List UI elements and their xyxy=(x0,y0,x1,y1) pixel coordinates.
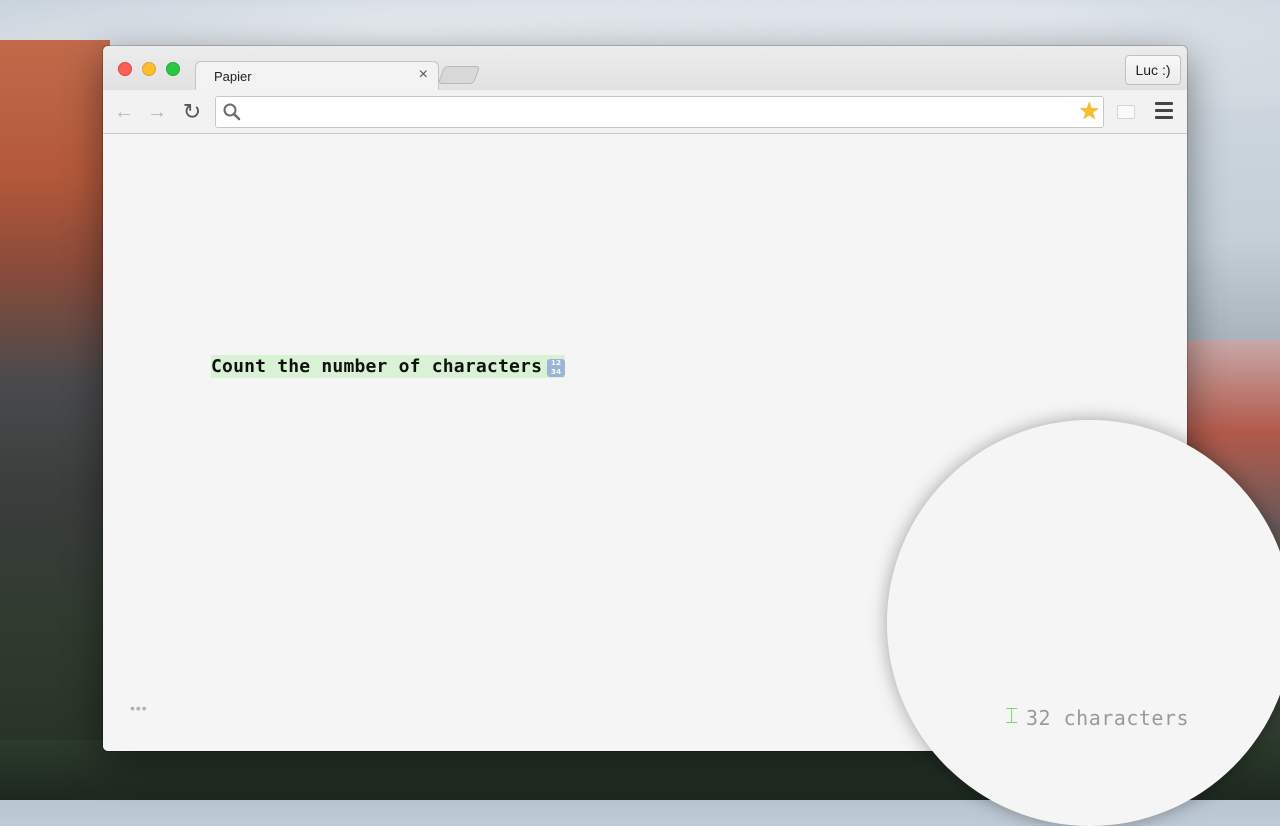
new-tab-button[interactable] xyxy=(437,66,481,84)
tab-title: Papier xyxy=(214,69,252,84)
more-options-icon[interactable]: ••• xyxy=(130,700,148,716)
reload-icon[interactable]: ↻ xyxy=(180,100,204,124)
document-text[interactable]: Count the number of characters 12 34 xyxy=(211,355,566,378)
profile-button[interactable]: Luc :) xyxy=(1125,55,1181,85)
window-close-button[interactable] xyxy=(118,62,132,76)
hamburger-menu-icon[interactable] xyxy=(1155,102,1173,120)
star-icon[interactable]: ★ xyxy=(1078,99,1100,125)
back-icon[interactable]: ← xyxy=(112,100,136,124)
window-minimize-button[interactable] xyxy=(142,62,156,76)
text-cursor-icon: ⌶ xyxy=(1005,704,1019,729)
toolbar: ← → ↻ ★ xyxy=(103,90,1187,134)
numbers-emoji-icon: 12 34 xyxy=(547,359,566,377)
search-icon xyxy=(223,103,241,121)
address-bar[interactable]: ★ xyxy=(215,96,1104,128)
address-input[interactable] xyxy=(248,102,1072,124)
character-count: 32 characters xyxy=(1026,706,1190,730)
tab-papier[interactable]: Papier × xyxy=(195,61,439,91)
magnifier-lens: ⌶ 32 characters xyxy=(887,420,1280,826)
forward-icon[interactable]: → xyxy=(145,100,169,124)
titlebar: Papier × Luc :) xyxy=(103,46,1187,91)
document-text-content: Count the number of characters xyxy=(211,356,543,377)
window-maximize-button[interactable] xyxy=(166,62,180,76)
extension-icon[interactable] xyxy=(1117,105,1135,119)
tab-close-icon[interactable]: × xyxy=(419,66,428,84)
desktop-cliff-left xyxy=(0,40,110,800)
